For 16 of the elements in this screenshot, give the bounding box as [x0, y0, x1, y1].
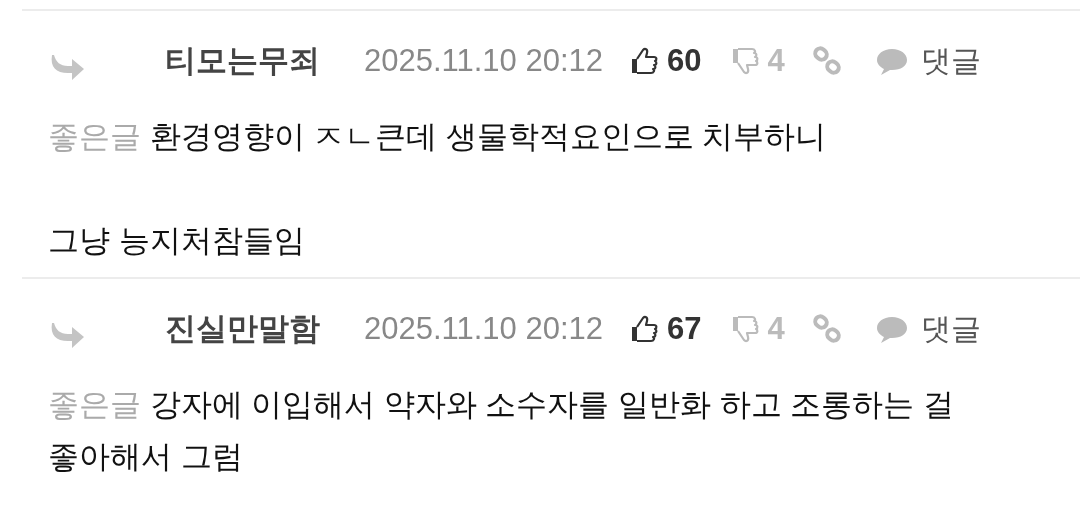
author-name[interactable]: 진실만말함 — [165, 308, 320, 350]
link-icon[interactable] — [810, 314, 843, 344]
comment-text: 좋은글 환경영향이 ㅈㄴ큰데 생물학적요인으로 치부하니 그냥 능지처참들임 — [48, 118, 828, 260]
comment-date: 2025.11.10 20:12 — [364, 311, 604, 347]
author-name[interactable]: 티모는무죄 — [165, 40, 320, 82]
thumbs-up-icon[interactable] — [629, 314, 660, 344]
like-button[interactable]: 60 — [629, 43, 702, 79]
comment-date: 2025.11.10 20:12 — [364, 43, 604, 79]
comment-text: 좋은글 강자에 이입해서 약자와 소수자를 일반화 하고 조롱하는 걸 좋아해서 그럼 — [48, 386, 955, 476]
speech-bubble-icon[interactable] — [874, 314, 909, 344]
link-icon[interactable] — [810, 46, 843, 76]
reply-button[interactable]: 댓글 — [874, 40, 981, 82]
reply-button[interactable]: 댓글 — [874, 308, 981, 350]
speech-bubble-icon[interactable] — [874, 46, 909, 76]
like-button[interactable]: 67 — [629, 311, 702, 347]
thumbs-up-icon[interactable] — [629, 46, 660, 76]
